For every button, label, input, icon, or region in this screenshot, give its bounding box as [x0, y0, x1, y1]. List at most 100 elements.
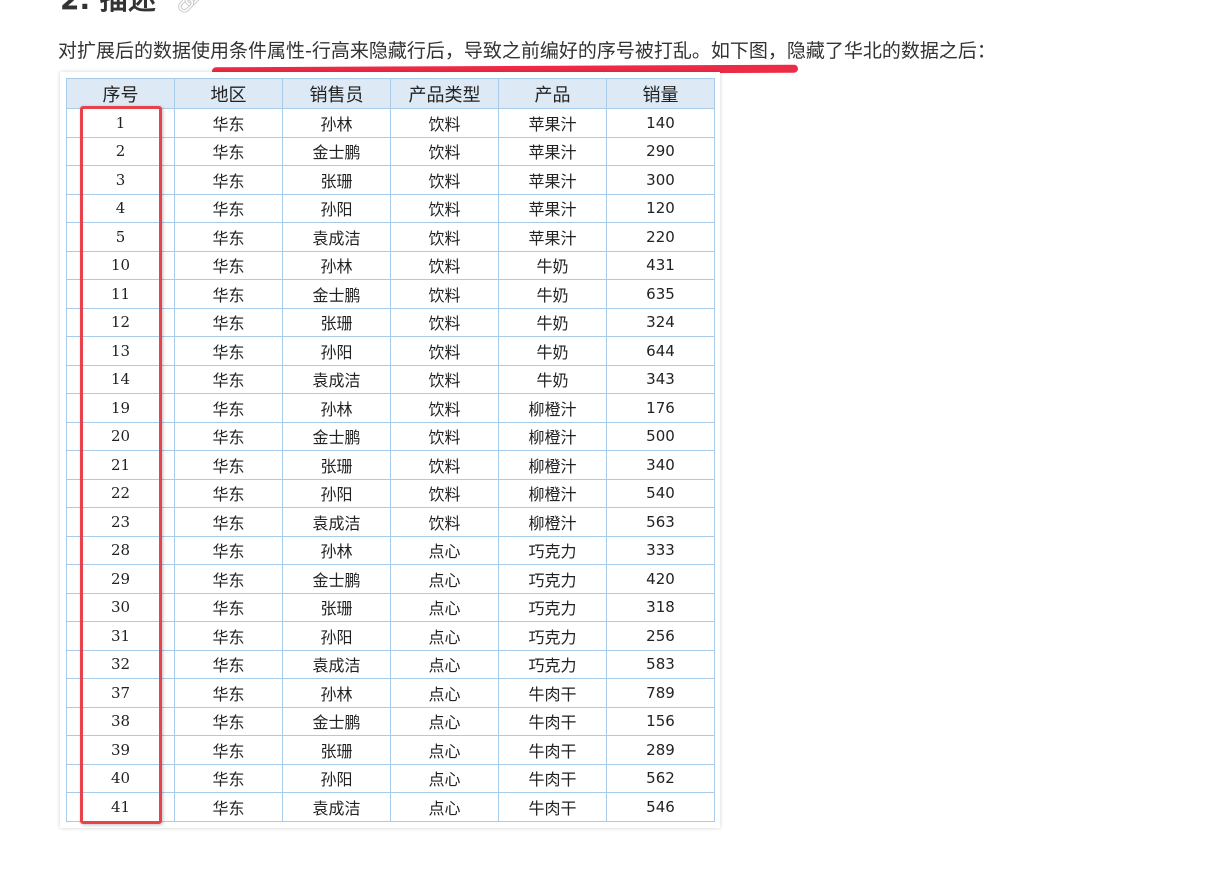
region-cell: 华东: [174, 735, 283, 765]
category-cell: 饮料: [390, 478, 499, 508]
category-cell: 饮料: [390, 108, 499, 138]
region-cell: 华东: [174, 564, 283, 594]
region-cell: 华东: [174, 307, 283, 337]
category-cell: 饮料: [390, 507, 499, 537]
sales-cell: 789: [606, 678, 715, 708]
sales-cell: 220: [606, 222, 715, 252]
category-cell: 饮料: [390, 165, 499, 195]
product-cell: 巧克力: [498, 621, 607, 651]
table-row: 29 华东 金士鹏 点心 巧克力 420: [66, 564, 715, 594]
salesperson-cell: 金士鹏: [282, 706, 391, 736]
col-header: 地区: [174, 78, 283, 109]
sales-cell: 290: [606, 136, 715, 166]
salesperson-cell: 孙林: [282, 678, 391, 708]
col-header: 产品类型: [390, 78, 499, 109]
table-header-row: 序号 地区 销售员 产品类型 产品 销量: [66, 78, 715, 109]
region-cell: 华东: [174, 507, 283, 537]
intro-paragraph: 对扩展后的数据使用条件属性-行高来隐藏行后，导致之前编好的序号被打乱。如下图，隐…: [58, 40, 996, 62]
table-body: 1 华东 孙林 饮料 苹果汁 140 2 华东 金士鹏 饮料 苹果汁 290 3 华东 张珊 饮料 苹果汁 300…: [66, 108, 715, 822]
table-row: 1 华东 孙林 饮料 苹果汁 140: [66, 108, 715, 138]
sales-cell: 583: [606, 649, 715, 679]
table-row: 40 华东 孙阳 点心 牛肉干 562: [66, 763, 715, 793]
salesperson-cell: 孙阳: [282, 336, 391, 366]
table-row: 28 华东 孙林 点心 巧克力 333: [66, 535, 715, 565]
salesperson-cell: 孙阳: [282, 193, 391, 223]
sales-cell: 562: [606, 763, 715, 793]
sales-cell: 324: [606, 307, 715, 337]
category-cell: 点心: [390, 592, 499, 622]
table-row: 39 华东 张珊 点心 牛肉干 289: [66, 735, 715, 765]
salesperson-cell: 孙林: [282, 108, 391, 138]
region-cell: 华东: [174, 763, 283, 793]
table-row: 10 华东 孙林 饮料 牛奶 431: [66, 250, 715, 280]
region-cell: 华东: [174, 193, 283, 223]
salesperson-cell: 孙阳: [282, 478, 391, 508]
salesperson-cell: 孙林: [282, 535, 391, 565]
table-row: 41 华东 袁成洁 点心 牛肉干 546: [66, 792, 715, 822]
product-cell: 苹果汁: [498, 193, 607, 223]
red-highlight-box: [80, 106, 162, 824]
product-cell: 牛奶: [498, 336, 607, 366]
table-row: 23 华东 袁成洁 饮料 柳橙汁 563: [66, 507, 715, 537]
salesperson-cell: 张珊: [282, 592, 391, 622]
category-cell: 饮料: [390, 450, 499, 480]
table-row: 20 华东 金士鹏 饮料 柳橙汁 500: [66, 421, 715, 451]
salesperson-cell: 袁成洁: [282, 364, 391, 394]
table-row: 3 华东 张珊 饮料 苹果汁 300: [66, 165, 715, 195]
table-row: 21 华东 张珊 饮料 柳橙汁 340: [66, 450, 715, 480]
region-cell: 华东: [174, 592, 283, 622]
category-cell: 点心: [390, 649, 499, 679]
salesperson-cell: 袁成洁: [282, 649, 391, 679]
product-cell: 牛肉干: [498, 763, 607, 793]
table-row: 37 华东 孙林 点心 牛肉干 789: [66, 678, 715, 708]
sales-cell: 343: [606, 364, 715, 394]
region-cell: 华东: [174, 678, 283, 708]
salesperson-cell: 张珊: [282, 307, 391, 337]
sales-cell: 500: [606, 421, 715, 451]
category-cell: 饮料: [390, 307, 499, 337]
table-row: 14 华东 袁成洁 饮料 牛奶 343: [66, 364, 715, 394]
region-cell: 华东: [174, 621, 283, 651]
product-cell: 柳橙汁: [498, 507, 607, 537]
product-cell: 柳橙汁: [498, 421, 607, 451]
product-cell: 牛肉干: [498, 678, 607, 708]
salesperson-cell: 孙阳: [282, 621, 391, 651]
region-cell: 华东: [174, 165, 283, 195]
col-header: 销量: [606, 78, 715, 109]
table-row: 31 华东 孙阳 点心 巧克力 256: [66, 621, 715, 651]
category-cell: 点心: [390, 735, 499, 765]
category-cell: 饮料: [390, 279, 499, 309]
col-header: 销售员: [282, 78, 391, 109]
region-cell: 华东: [174, 706, 283, 736]
product-cell: 柳橙汁: [498, 393, 607, 423]
region-cell: 华东: [174, 108, 283, 138]
table-row: 5 华东 袁成洁 饮料 苹果汁 220: [66, 222, 715, 252]
region-cell: 华东: [174, 250, 283, 280]
category-cell: 饮料: [390, 364, 499, 394]
sales-cell: 563: [606, 507, 715, 537]
sales-cell: 644: [606, 336, 715, 366]
category-cell: 饮料: [390, 336, 499, 366]
category-cell: 点心: [390, 678, 499, 708]
region-cell: 华东: [174, 535, 283, 565]
sales-cell: 176: [606, 393, 715, 423]
salesperson-cell: 袁成洁: [282, 222, 391, 252]
region-cell: 华东: [174, 336, 283, 366]
product-cell: 牛肉干: [498, 792, 607, 822]
category-cell: 饮料: [390, 222, 499, 252]
salesperson-cell: 张珊: [282, 450, 391, 480]
product-cell: 牛肉干: [498, 735, 607, 765]
link-icon[interactable]: 🔗︎: [176, 0, 204, 15]
sales-cell: 546: [606, 792, 715, 822]
col-header: 序号: [66, 78, 175, 109]
region-cell: 华东: [174, 792, 283, 822]
section-heading-text: 2. 描述: [60, 0, 156, 16]
category-cell: 饮料: [390, 250, 499, 280]
region-cell: 华东: [174, 450, 283, 480]
sales-cell: 256: [606, 621, 715, 651]
product-cell: 苹果汁: [498, 222, 607, 252]
product-cell: 巧克力: [498, 592, 607, 622]
product-cell: 苹果汁: [498, 136, 607, 166]
category-cell: 点心: [390, 564, 499, 594]
region-cell: 华东: [174, 279, 283, 309]
